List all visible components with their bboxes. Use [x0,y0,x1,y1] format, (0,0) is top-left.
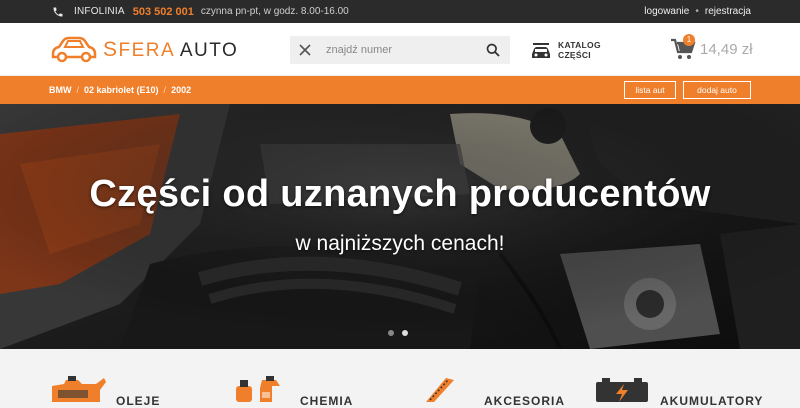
login-link[interactable]: logowanie [644,6,689,17]
car-logo-icon [51,36,97,63]
catalog-car-icon [532,43,550,58]
category-label: OLEJE [116,394,161,408]
category-label: CHEMIA [300,394,354,408]
slider-dot[interactable] [388,330,394,336]
car-list-button[interactable]: lista aut [624,81,676,99]
cart-total: 14,49 zł [700,40,753,58]
search-box [290,36,510,64]
breadcrumb-bar: BMW/02 kabriolet (E10)/2002 lista aut do… [0,76,800,104]
catalog-line1: KATALOG [558,40,601,50]
infoline-label: INFOLINIA [74,6,125,17]
header: SFERA AUTO KATALOG CZĘŚCI 1 [0,23,800,76]
engine-background-image [0,104,800,349]
slider-dot-active[interactable] [402,330,408,336]
hero-slider: Części od uznanych producentów w najniżs… [0,104,800,349]
logo[interactable]: SFERA AUTO [49,34,238,64]
cart-button[interactable]: 1 14,49 zł [670,34,753,61]
hours-text: czynna pn-pt, w godz. 8.00-16.00 [200,6,349,17]
breadcrumb: BMW/02 kabriolet (E10)/2002 [49,85,192,95]
cart-count-badge: 1 [683,34,695,46]
category-accessories[interactable]: AKCESORIA [416,376,565,408]
accessories-icon [426,378,454,402]
search-input[interactable] [320,44,470,56]
hero-subtitle: w najniższych cenach! [295,232,505,255]
catalog-line2: CZĘŚCI [558,50,591,60]
top-separator: • [695,6,699,17]
breadcrumb-item[interactable]: 2002 [171,85,191,95]
battery-icon [596,378,648,402]
clear-search-button[interactable] [290,36,320,64]
parts-catalog-link[interactable]: KATALOG CZĘŚCI [530,39,601,61]
category-label: AKCESORIA [484,394,566,408]
category-strip: OLEJE CHEMIA AKCESORIA AKUMULATORY [0,349,800,408]
spray-bottle-icon [236,376,280,402]
category-oils[interactable]: OLEJE [48,376,160,408]
breadcrumb-item[interactable]: 02 kabriolet (E10) [84,85,159,95]
oil-can-icon [52,376,106,402]
breadcrumb-item[interactable]: BMW [49,85,72,95]
add-car-button[interactable]: dodaj auto [683,81,751,99]
search-icon[interactable] [486,43,500,57]
hero-title: Części od uznanych producentów [89,173,711,215]
top-bar: INFOLINIA 503 502 001 czynna pn-pt, w go… [0,0,800,23]
slider-dots [388,330,408,336]
close-icon [299,44,311,56]
category-chemicals[interactable]: CHEMIA [232,376,353,408]
phone-icon [53,7,63,16]
category-batteries[interactable]: AKUMULATORY [592,376,763,408]
category-label: AKUMULATORY [660,394,764,408]
brand-name: SFERA AUTO [103,37,239,61]
register-link[interactable]: rejestracja [705,6,751,17]
phone-number[interactable]: 503 502 001 [133,6,194,18]
